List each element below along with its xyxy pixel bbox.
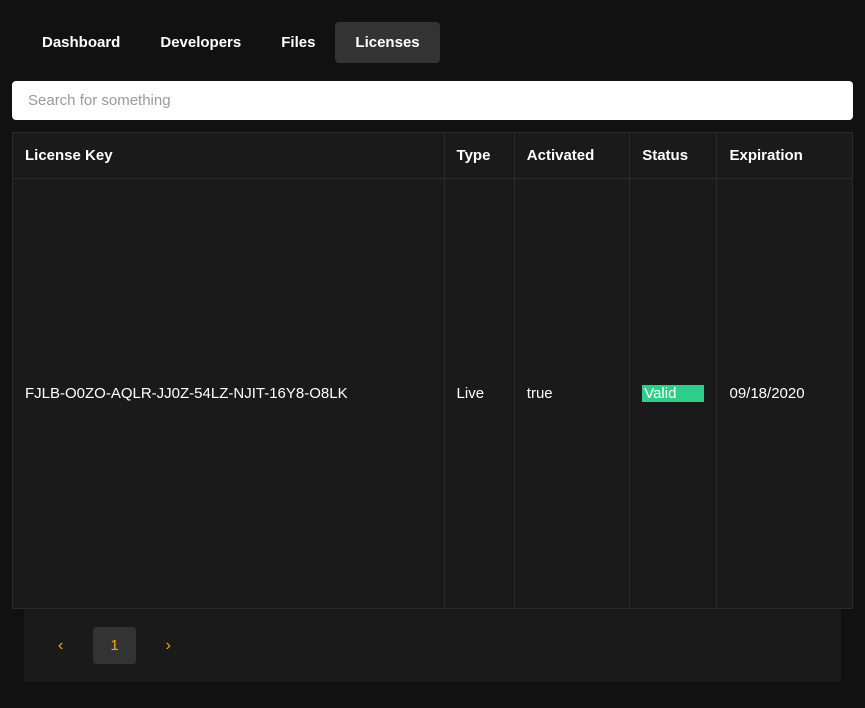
header-activated: Activated (514, 133, 629, 179)
tab-files[interactable]: Files (261, 22, 335, 63)
header-expiration: Expiration (717, 133, 853, 179)
cell-activated: true (514, 179, 629, 609)
tab-developers[interactable]: Developers (140, 22, 261, 63)
status-badge: Valid (642, 385, 704, 402)
table-wrapper: License Key Type Activated Status Expira… (0, 132, 865, 682)
pagination-prev[interactable]: ‹ (58, 637, 63, 655)
tab-dashboard[interactable]: Dashboard (22, 22, 140, 63)
tab-licenses[interactable]: Licenses (335, 22, 439, 63)
table-row[interactable]: FJLB-O0ZO-AQLR-JJ0Z-54LZ-NJIT-16Y8-O8LK … (13, 179, 853, 609)
nav-tabs: Dashboard Developers Files Licenses (0, 0, 865, 63)
pagination: ‹ 1 › (24, 609, 841, 682)
cell-status: Valid (630, 179, 717, 609)
search-container (0, 63, 865, 132)
licenses-table: License Key Type Activated Status Expira… (12, 132, 853, 609)
header-type: Type (444, 133, 514, 179)
header-status: Status (630, 133, 717, 179)
cell-license-key: FJLB-O0ZO-AQLR-JJ0Z-54LZ-NJIT-16Y8-O8LK (13, 179, 445, 609)
search-input[interactable] (12, 81, 853, 120)
pagination-page-1[interactable]: 1 (93, 627, 135, 664)
pagination-next[interactable]: › (166, 637, 171, 655)
cell-type: Live (444, 179, 514, 609)
cell-expiration: 09/18/2020 (717, 179, 853, 609)
header-license-key: License Key (13, 133, 445, 179)
